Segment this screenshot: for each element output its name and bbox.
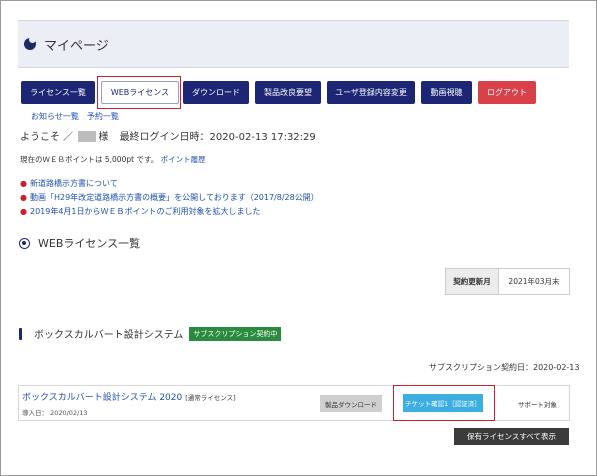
news-item[interactable]: ● 2019年4月1日からＷＥＢポイントのご利用対象を拡大しました [20, 206, 319, 217]
nav-product-request[interactable]: 製品改良要望 [255, 81, 321, 104]
page-frame: マイページ ライセンス一覧 WEBライセンス ダウンロード 製品改良要望 ユーザ… [0, 0, 597, 476]
points-line: 現在のＷＥＢポイントは 5,000pt です。 ポイント履歴 [20, 154, 206, 165]
contract-update-label: 契約更新月 [446, 269, 499, 294]
product-group-heading: ボックスカルバート設計システム サブスクリプション契約中 [19, 326, 282, 341]
support-status: サポート対象 [518, 401, 557, 409]
points-text: 現在のＷＥＢポイントは 5,000pt です。 [20, 155, 159, 164]
product-name-link[interactable]: ボックスカルバート設計システム 2020 [22, 393, 182, 403]
news-item-label: 新道路橋示方書について [29, 179, 118, 188]
contract-update-value: 2021年03月末 [508, 277, 560, 286]
product-group-title: ボックスカルバート設計システム [34, 330, 184, 341]
last-login: 最終ログイン日時：2020-02-13 17:32:29 [119, 132, 316, 143]
points-history-link[interactable]: ポイント履歴 [161, 155, 206, 164]
radio-icon [19, 237, 30, 249]
welcome-prefix: ようこそ ／ [20, 132, 74, 143]
nav-license-list[interactable]: ライセンス一覧 [21, 81, 95, 104]
nav-video[interactable]: 動画視聴 [421, 81, 472, 104]
news-list: ● 新道路橋示方書について ● 動画「H29年改定道路橋示方書の概要」を公開しており… [20, 178, 319, 220]
news-item-label: 動画「H29年改定道路橋示方書の概要」を公開しております（2017/8/28公開… [29, 193, 319, 202]
nav-download[interactable]: ダウンロード [183, 81, 249, 104]
subscription-badge: サブスクリプション契約中 [189, 326, 282, 341]
contract-update-table: 契約更新月 2021年03月末 [445, 268, 570, 295]
bullet-icon: ● [20, 207, 27, 216]
welcome-suffix: 様 [98, 132, 109, 143]
news-item[interactable]: ● 新道路橋示方書について [20, 178, 319, 189]
bullet-icon: ● [20, 193, 27, 202]
product-download-button[interactable]: 製品ダウンロード [320, 395, 382, 412]
nav-logout[interactable]: ログアウト [478, 81, 536, 104]
link-reservation-list[interactable]: 予約一覧 [87, 112, 119, 121]
user-name-mask [78, 131, 97, 142]
bullet-icon: ● [20, 179, 27, 188]
welcome-line: ようこそ ／ 様 最終ログイン日時：2020-02-13 17:32:29 [20, 128, 316, 143]
news-item-label: 2019年4月1日からＷＥＢポイントのご利用対象を拡大しました [29, 207, 261, 216]
bar-icon [19, 327, 22, 340]
license-tag: [通常ライセンス] [185, 394, 236, 402]
highlight-frame [393, 385, 495, 421]
sub-links: お知らせ一覧 予約一覧 [31, 111, 127, 122]
page-title: マイページ [44, 39, 109, 54]
highlight-frame [97, 76, 181, 109]
section-heading: WEBライセンス一覧 [19, 235, 140, 251]
subscription-date: サブスクリプション契約日：2020-02-13 [429, 363, 580, 372]
product-name-line: ボックスカルバート設計システム 2020 [通常ライセンス] [22, 390, 236, 403]
link-news-list[interactable]: お知らせ一覧 [31, 112, 79, 121]
news-item[interactable]: ● 動画「H29年改定道路橋示方書の概要」を公開しております（2017/8/28公… [20, 192, 319, 203]
page-header: マイページ [18, 20, 569, 68]
nav-user-info-change[interactable]: ユーザ登録内容変更 [327, 81, 415, 104]
show-all-licenses-button[interactable]: 保有ライセンスすべて表示 [454, 428, 569, 445]
section-title: WEBライセンス一覧 [38, 237, 141, 250]
logo-icon [24, 36, 36, 50]
install-date: 導入日： 2020/02/13 [22, 409, 88, 417]
